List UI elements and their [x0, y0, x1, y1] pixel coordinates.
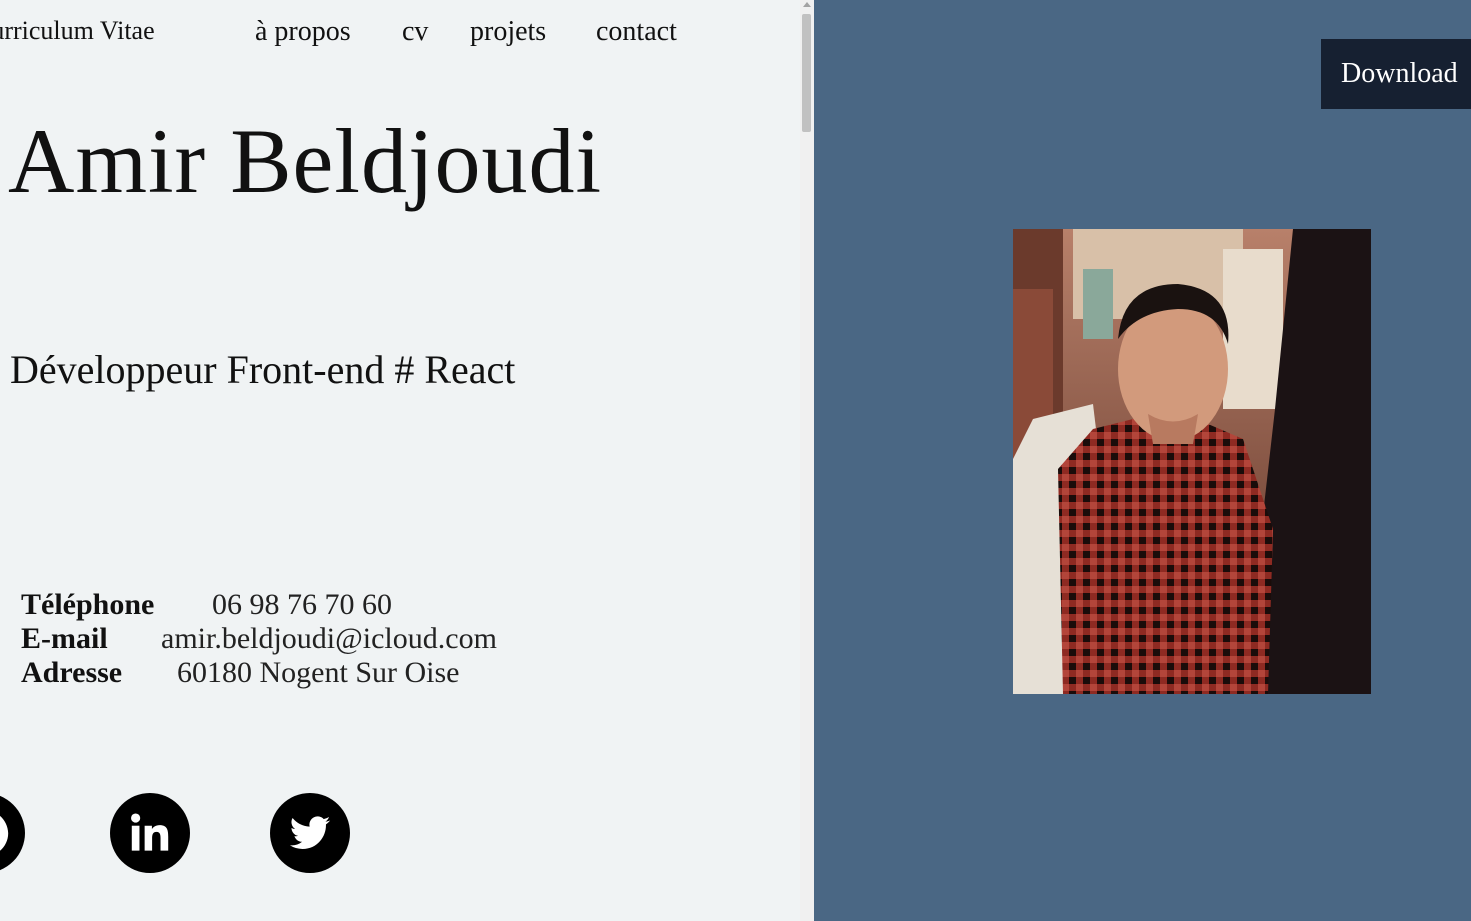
nav-link-contact[interactable]: contact	[596, 16, 677, 48]
download-button[interactable]: Download	[1321, 39, 1471, 109]
email-value: amir.beldjoudi@icloud.com	[161, 622, 497, 655]
twitter-icon	[289, 816, 331, 849]
github-link[interactable]	[0, 793, 25, 873]
twitter-link[interactable]	[270, 793, 350, 873]
address-label: Adresse	[21, 656, 123, 689]
scroll-up-arrow-icon[interactable]	[803, 2, 811, 7]
linkedin-icon	[131, 813, 169, 851]
profile-photo	[1013, 229, 1371, 694]
github-icon	[0, 816, 9, 851]
nav-link-a-propos[interactable]: à propos	[255, 16, 351, 48]
profile-photo-image	[1013, 229, 1371, 694]
site-brand[interactable]: Curriculum Vitae	[0, 16, 155, 46]
linkedin-link[interactable]	[110, 793, 190, 873]
address-value: 60180 Nogent Sur Oise	[177, 656, 460, 689]
nav-link-cv[interactable]: cv	[402, 16, 428, 48]
scrollbar-thumb[interactable]	[802, 14, 811, 132]
phone-label: Téléphone	[21, 588, 155, 621]
sidebar-panel: Download	[814, 0, 1471, 921]
job-title: Développeur Front-end # React	[10, 347, 516, 392]
vertical-scrollbar[interactable]	[800, 0, 814, 921]
main-content: Curriculum Vitae à propos cv projets con…	[0, 0, 800, 921]
phone-value: 06 98 76 70 60	[212, 588, 392, 621]
nav-link-projets[interactable]: projets	[470, 16, 546, 48]
email-label: E-mail	[21, 622, 108, 655]
page-title: Amir Beldjoudi	[8, 110, 603, 212]
